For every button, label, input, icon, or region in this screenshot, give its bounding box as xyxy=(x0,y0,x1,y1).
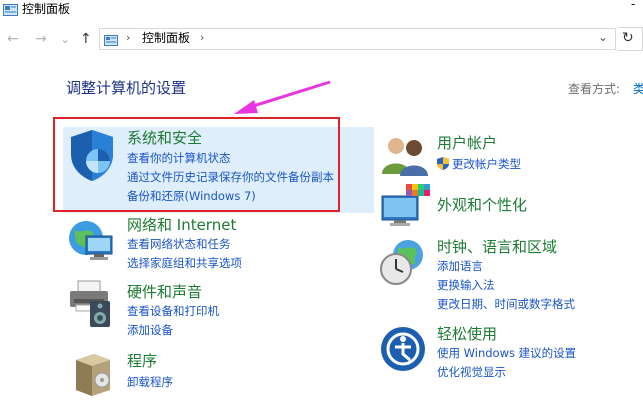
programs-box-icon xyxy=(72,350,112,402)
link-devices-printers[interactable]: 查看设备和打印机 xyxy=(127,304,219,319)
recent-locations-dropdown[interactable]: ⌄ xyxy=(60,31,70,47)
category-clock-language-region[interactable]: 时钟、语言和区域 xyxy=(437,238,557,256)
link-add-device[interactable]: 添加设备 xyxy=(127,323,173,338)
link-windows-recommended-settings[interactable]: 使用 Windows 建议的设置 xyxy=(437,346,576,361)
view-by-dropdown[interactable]: 类 xyxy=(633,80,643,97)
control-panel-icon xyxy=(3,2,18,16)
refresh-icon: ↻ xyxy=(622,30,634,46)
control-panel-small-icon xyxy=(104,32,118,46)
address-history-dropdown[interactable]: ⌄ xyxy=(598,30,608,44)
link-network-status[interactable]: 查看网络状态和任务 xyxy=(127,237,231,252)
category-programs[interactable]: 程序 xyxy=(127,352,157,370)
page-title: 调整计算机的设置 xyxy=(66,79,187,97)
link-change-date-time-format[interactable]: 更改日期、时间或数字格式 xyxy=(437,297,575,312)
breadcrumb-separator-end[interactable]: › xyxy=(200,31,204,44)
breadcrumb-control-panel[interactable]: 控制面板 xyxy=(142,31,190,45)
ease-of-access-icon xyxy=(380,326,426,376)
link-add-language[interactable]: 添加语言 xyxy=(437,259,483,274)
uac-shield-icon xyxy=(437,157,449,170)
link-change-account-type-label: 更改帐户类型 xyxy=(452,157,521,171)
window-title: 控制面板 xyxy=(22,2,71,16)
forward-button[interactable]: → xyxy=(35,31,47,47)
user-accounts-people-icon xyxy=(380,134,430,180)
category-user-accounts[interactable]: 用户帐户 xyxy=(437,134,497,152)
network-globe-icon xyxy=(66,216,116,270)
link-uninstall-program[interactable]: 卸载程序 xyxy=(127,375,173,390)
up-button[interactable]: ↑ xyxy=(80,31,92,47)
title-bar xyxy=(0,0,643,22)
category-appearance[interactable]: 外观和个性化 xyxy=(437,196,527,214)
back-button[interactable]: ← xyxy=(7,31,19,47)
category-ease-of-access[interactable]: 轻松使用 xyxy=(437,325,497,343)
view-by-label: 查看方式: xyxy=(568,82,621,96)
category-hardware-sound[interactable]: 硬件和声音 xyxy=(127,283,202,301)
minimize-button[interactable]: - xyxy=(631,0,635,11)
link-homegroup-sharing[interactable]: 选择家庭组和共享选项 xyxy=(127,256,242,271)
link-change-input-method[interactable]: 更换输入法 xyxy=(437,278,495,293)
link-optimize-visual-display[interactable]: 优化视觉显示 xyxy=(437,365,506,380)
link-change-account-type[interactable]: 更改帐户类型 xyxy=(437,157,521,172)
clock-globe-icon xyxy=(378,237,428,291)
annotation-highlight-box xyxy=(53,117,340,212)
annotation-arrow-icon xyxy=(234,80,331,114)
breadcrumb-separator[interactable]: › xyxy=(126,31,130,44)
appearance-monitor-icon xyxy=(380,184,430,232)
printer-speaker-icon xyxy=(66,279,118,333)
category-network-internet[interactable]: 网络和 Internet xyxy=(127,216,236,234)
